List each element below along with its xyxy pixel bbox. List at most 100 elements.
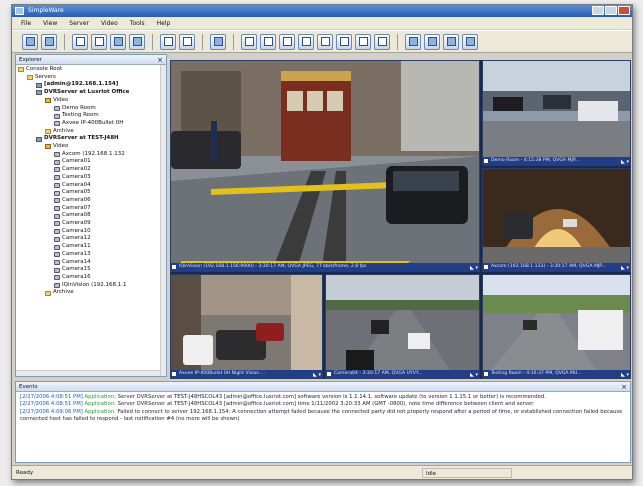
camera-icon xyxy=(54,229,60,235)
tree-item[interactable]: Camera06 xyxy=(18,197,166,205)
explorer-header: Explorer × xyxy=(16,55,166,65)
tree-item[interactable]: Camera05 xyxy=(18,189,166,197)
tree-item[interactable]: Camera03 xyxy=(18,174,166,182)
layout-1x1-icon[interactable] xyxy=(241,33,257,50)
layout-1plus7-icon[interactable] xyxy=(336,33,352,50)
tree-item[interactable]: Testing Room xyxy=(18,112,166,120)
tree-item[interactable]: Camera01 xyxy=(18,158,166,166)
layout-1plus5-icon[interactable] xyxy=(317,33,333,50)
tree-item[interactable]: Archive xyxy=(18,289,166,297)
tree-item[interactable]: Camera13 xyxy=(18,251,166,259)
window-icon[interactable] xyxy=(462,33,478,50)
menu-file[interactable]: File xyxy=(20,20,32,27)
tree-item[interactable]: Camera11 xyxy=(18,243,166,251)
tile-caption: Axvee IP-400Bullet 0H Night Vision ... ◣ … xyxy=(171,370,322,378)
tree-item[interactable]: Camera12 xyxy=(18,235,166,243)
open-icon[interactable] xyxy=(22,33,38,50)
event-source: Application: xyxy=(84,401,116,408)
tile-caption: Testing Room - 4:16:37 PM, QVGA MU... ◣ ▾ xyxy=(483,370,630,378)
menu-help[interactable]: Help xyxy=(156,20,172,27)
close-icon[interactable]: × xyxy=(621,382,627,392)
tree-item-label: Camera03 xyxy=(62,173,91,180)
tree-item[interactable]: Camera09 xyxy=(18,220,166,228)
video-icon xyxy=(45,98,51,104)
event-entry: [2/27/2006 4:08:51 PM] Application: Serv… xyxy=(20,394,626,401)
tree-item[interactable]: Camera16 xyxy=(18,274,166,282)
tree-item-label: IQinVision (192.168.1.1 xyxy=(62,281,127,288)
tree-item[interactable]: IQinVision (192.168.1.1 xyxy=(18,282,166,290)
wrench-icon[interactable] xyxy=(179,33,195,50)
event-text: Server DVRServer at TEST-J48HSCOL43 [adm… xyxy=(117,401,534,408)
maximize-button[interactable] xyxy=(605,6,617,15)
tree-item[interactable]: Video xyxy=(18,143,166,151)
tree-item[interactable]: Camera04 xyxy=(18,182,166,190)
tree-item-label: Archive xyxy=(53,289,74,296)
person-icon[interactable] xyxy=(443,33,459,50)
menu-server[interactable]: Server xyxy=(68,20,90,27)
tree-item[interactable]: Demo Room xyxy=(18,105,166,113)
menu-video[interactable]: Video xyxy=(100,20,119,27)
layout-3x3-icon[interactable] xyxy=(279,33,295,50)
tree-item[interactable]: Axcom (192.168.1.132 xyxy=(18,151,166,159)
video-tile[interactable]: Testing Room - 4:16:37 PM, QVGA MU... ◣ ▾ xyxy=(482,274,631,379)
menu-view[interactable]: View xyxy=(42,20,58,27)
tree-item[interactable]: Servers xyxy=(18,74,166,82)
tree-item-label: Camera12 xyxy=(62,235,91,242)
grid-2-icon[interactable] xyxy=(91,33,107,50)
video-tile[interactable]: Demo Room - 4:15:38 PM, QVGA MJP... ◣ ▾ xyxy=(482,60,631,166)
tree-item[interactable]: Camera07 xyxy=(18,205,166,213)
vertical-scrollbar[interactable] xyxy=(160,65,166,376)
tree-item-label: Camera09 xyxy=(62,220,91,227)
monitor-icon[interactable] xyxy=(405,33,421,50)
menu-tools[interactable]: Tools xyxy=(129,20,146,27)
server-icon xyxy=(36,90,42,96)
grid-1-icon[interactable] xyxy=(72,33,88,50)
layout-4x4-icon[interactable] xyxy=(298,33,314,50)
tree-item[interactable]: Camera02 xyxy=(18,166,166,174)
tree-item[interactable]: Axvee IP-400Bullet 0H xyxy=(18,120,166,128)
tree-item-label: Camera04 xyxy=(62,181,91,188)
close-button[interactable] xyxy=(618,6,630,15)
folder-icon xyxy=(27,75,33,81)
tree-item[interactable]: Video xyxy=(18,97,166,105)
video-tile[interactable]: Axcom (192.168.1.133) - 3:30:17 AM, QVGA… xyxy=(482,168,631,272)
tree-item[interactable]: Archive xyxy=(18,128,166,136)
tree-item[interactable]: [admin@192.168.1.154] xyxy=(18,81,166,89)
tree-item[interactable]: DVRServer at TEST-J48H xyxy=(18,135,166,143)
video-tile[interactable]: Axvee IP-400Bullet 0H Night Vision ... ◣ … xyxy=(170,274,323,379)
grid-3-icon[interactable] xyxy=(110,33,126,50)
user-icon[interactable] xyxy=(210,33,226,50)
fullscreen-icon[interactable] xyxy=(160,33,176,50)
layout-2x2-icon[interactable] xyxy=(260,33,276,50)
explorer-panel: Explorer × Console Root Servers [admin@192… xyxy=(15,54,167,377)
minimize-button[interactable] xyxy=(592,6,604,15)
tree-item-label: Camera14 xyxy=(62,258,91,265)
tree-item-label: Camera07 xyxy=(62,204,91,211)
event-source: Application: xyxy=(84,408,116,415)
tree-item[interactable]: Camera14 xyxy=(18,259,166,267)
camera-icon xyxy=(54,213,60,219)
save-icon[interactable] xyxy=(41,33,57,50)
tree-item[interactable]: Camera10 xyxy=(18,228,166,236)
tree-item[interactable]: Console Root xyxy=(18,66,166,74)
event-timestamp: [2/27/2006 4:09:06 PM] xyxy=(20,408,83,415)
layout-custom-icon[interactable] xyxy=(374,33,390,50)
layout-2plus8-icon[interactable] xyxy=(355,33,371,50)
tree-item-label: Camera10 xyxy=(62,227,91,234)
events-log: [2/27/2006 4:08:51 PM] Application: Serv… xyxy=(16,392,630,425)
tree-item[interactable]: DVRServer at Luxriot Office xyxy=(18,89,166,97)
tree-item[interactable]: Camera08 xyxy=(18,212,166,220)
snapshot-icon[interactable] xyxy=(129,33,145,50)
tree-item[interactable]: Camera15 xyxy=(18,266,166,274)
camera-icon[interactable] xyxy=(424,33,440,50)
video-tile[interactable]: Camera04 - 3:30:17 AM, QVGA UYVY... ◣ ▾ xyxy=(325,274,480,379)
app-window: SimpleWare File View Server Video Tools … xyxy=(11,4,633,480)
close-icon[interactable]: × xyxy=(157,55,163,65)
status-bar: Ready Idle xyxy=(12,465,632,479)
tree-item-label: Axvee IP-400Bullet 0H xyxy=(62,119,124,126)
horizontal-scrollbar[interactable] xyxy=(16,370,160,376)
event-source: Application: xyxy=(84,394,116,400)
video-tile[interactable]: IQinVision (192.168.1.156:9000) - 3:30:1… xyxy=(170,60,480,272)
tree-item-label: Camera16 xyxy=(62,273,91,280)
event-entry: [2/27/2006 4:08:51 PM] Application: Serv… xyxy=(20,401,626,408)
